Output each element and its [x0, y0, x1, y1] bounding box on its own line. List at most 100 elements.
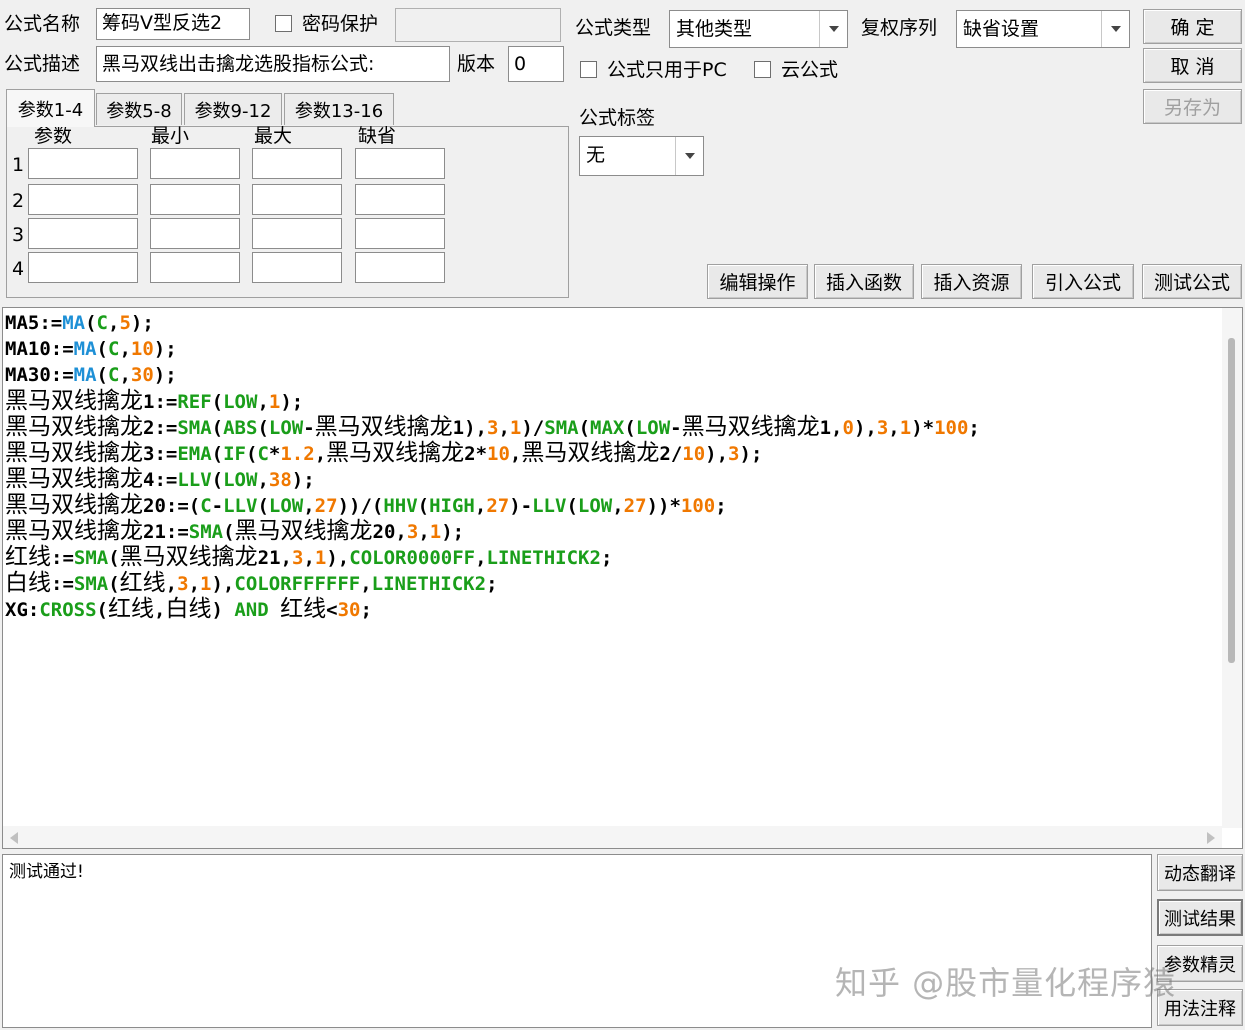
code-token: MA10:=: [5, 338, 74, 360]
code-token: ),: [211, 573, 235, 595]
param-max-input[interactable]: [252, 252, 342, 283]
param-max-input[interactable]: [252, 184, 342, 215]
param-default-input[interactable]: [355, 184, 445, 215]
code-token: ,: [888, 417, 900, 439]
scroll-left-icon[interactable]: [9, 832, 19, 844]
param-min-input[interactable]: [150, 184, 240, 215]
code-token: (: [96, 338, 108, 360]
code-token: 10: [682, 443, 706, 465]
version-label: 版本: [457, 53, 496, 75]
code-token: 27: [314, 495, 338, 517]
rights-value: 缺省设置: [963, 18, 1040, 40]
formula-name-input[interactable]: 筹码V型反选2: [96, 8, 250, 40]
param-max-input[interactable]: [252, 148, 342, 179]
tab-params-1-4[interactable]: 参数1-4: [6, 89, 95, 127]
chevron-down-icon[interactable]: [819, 11, 847, 47]
code-token: ,: [165, 573, 178, 595]
param-name-input[interactable]: [28, 184, 138, 215]
code-token: );: [130, 312, 154, 334]
cloud-label: 云公式: [781, 59, 839, 81]
edit-ops-button[interactable]: 编辑操作: [707, 264, 808, 299]
cloud-checkbox[interactable]: [754, 61, 771, 78]
code-token: ,: [188, 573, 201, 595]
tab-params-13-16[interactable]: 参数13-16: [284, 93, 394, 125]
code-token: -: [670, 417, 682, 439]
param-default-input[interactable]: [355, 148, 445, 179]
test-formula-button[interactable]: 测试公式: [1142, 264, 1242, 299]
code-token: );: [280, 391, 304, 413]
code-token: MA5:=: [5, 312, 63, 334]
formula-type-select[interactable]: 其他类型: [669, 10, 848, 48]
code-token: -: [303, 417, 315, 439]
param-name-input[interactable]: [28, 218, 138, 249]
tab-params-5-8[interactable]: 参数5-8: [96, 93, 182, 125]
code-token: LLV: [223, 495, 258, 517]
formula-desc-input[interactable]: 黑马双线出击擒龙选股指标公式:: [96, 46, 450, 82]
code-token: 1: [509, 417, 522, 439]
chevron-down-icon[interactable]: [675, 137, 703, 175]
dynamic-translate-button[interactable]: 动态翻译: [1157, 854, 1243, 891]
code-token: 黑马双线擒龙: [5, 440, 143, 466]
code-token: MA: [73, 364, 97, 386]
code-token: ))*: [646, 495, 681, 517]
code-token: 红线: [107, 596, 154, 622]
code-token: COLORFFFFFF: [234, 573, 361, 595]
ok-button[interactable]: 确 定: [1143, 9, 1242, 44]
code-line: 黑马双线擒龙4:=LLV(LOW,38);: [5, 466, 980, 492]
import-formula-button[interactable]: 引入公式: [1032, 264, 1134, 299]
tab-params-9-12[interactable]: 参数9-12: [184, 93, 282, 125]
insert-function-button[interactable]: 插入函数: [814, 264, 914, 299]
param-name-input[interactable]: [28, 252, 138, 283]
code-token: ),: [853, 417, 877, 439]
code-token: AND: [234, 599, 269, 621]
code-token: 3:=: [143, 443, 178, 465]
code-token: COLOR0000FF: [349, 547, 476, 569]
insert-resource-button[interactable]: 插入资源: [921, 264, 1022, 299]
code-token: MAX: [590, 417, 625, 439]
code-token: (: [211, 443, 224, 465]
code-token: 38: [268, 469, 292, 491]
pc-only-checkbox[interactable]: [580, 61, 597, 78]
vertical-scrollbar[interactable]: [1222, 308, 1242, 828]
formula-tag-select[interactable]: 无: [579, 136, 704, 176]
code-text[interactable]: MA5:=MA(C,5); MA10:=MA(C,10); MA30:=MA(C,3…: [5, 310, 980, 622]
code-token: 白线: [165, 596, 212, 622]
code-token: C: [257, 443, 269, 465]
param-max-input[interactable]: [252, 218, 342, 249]
code-token: )*: [911, 417, 935, 439]
param-name-input[interactable]: [28, 148, 138, 179]
formula-type-value: 其他类型: [676, 18, 753, 40]
chevron-down-icon[interactable]: [1101, 11, 1129, 47]
scroll-right-icon[interactable]: [1206, 832, 1216, 844]
code-token: ,: [257, 469, 269, 491]
code-token: 黑马双线擒龙: [681, 414, 820, 440]
param-min-input[interactable]: [150, 252, 240, 283]
version-input[interactable]: 0: [508, 46, 564, 82]
param-min-input[interactable]: [150, 148, 240, 179]
code-token: 红线: [280, 596, 327, 622]
param-header-default: 缺省: [358, 125, 397, 147]
code-token: CROSS: [39, 599, 97, 621]
save-as-button[interactable]: 另存为: [1143, 89, 1242, 124]
cancel-button[interactable]: 取 消: [1143, 48, 1242, 83]
code-token: 20:=(: [143, 495, 201, 517]
param-min-input[interactable]: [150, 218, 240, 249]
code-token: 1),: [452, 417, 487, 439]
password-input: [395, 8, 561, 42]
password-checkbox[interactable]: [275, 15, 292, 32]
code-token: 黑马双线擒龙: [234, 518, 373, 544]
code-token: ;: [715, 495, 727, 517]
horizontal-scrollbar[interactable]: [3, 826, 1222, 848]
param-default-input[interactable]: [355, 218, 445, 249]
rights-select[interactable]: 缺省设置: [956, 10, 1130, 48]
param-row-number: 2: [12, 190, 25, 212]
code-line: MA30:=MA(C,30);: [5, 362, 980, 388]
test-result-button[interactable]: 测试结果: [1157, 899, 1243, 936]
code-token: 10: [487, 443, 510, 465]
code-token: XG:: [5, 599, 40, 621]
password-label: 密码保护: [302, 13, 379, 35]
param-default-input[interactable]: [355, 252, 445, 283]
code-token: 3: [487, 417, 499, 439]
code-editor[interactable]: MA5:=MA(C,5); MA10:=MA(C,10); MA30:=MA(C,3…: [2, 307, 1243, 849]
scroll-thumb[interactable]: [1228, 338, 1235, 663]
